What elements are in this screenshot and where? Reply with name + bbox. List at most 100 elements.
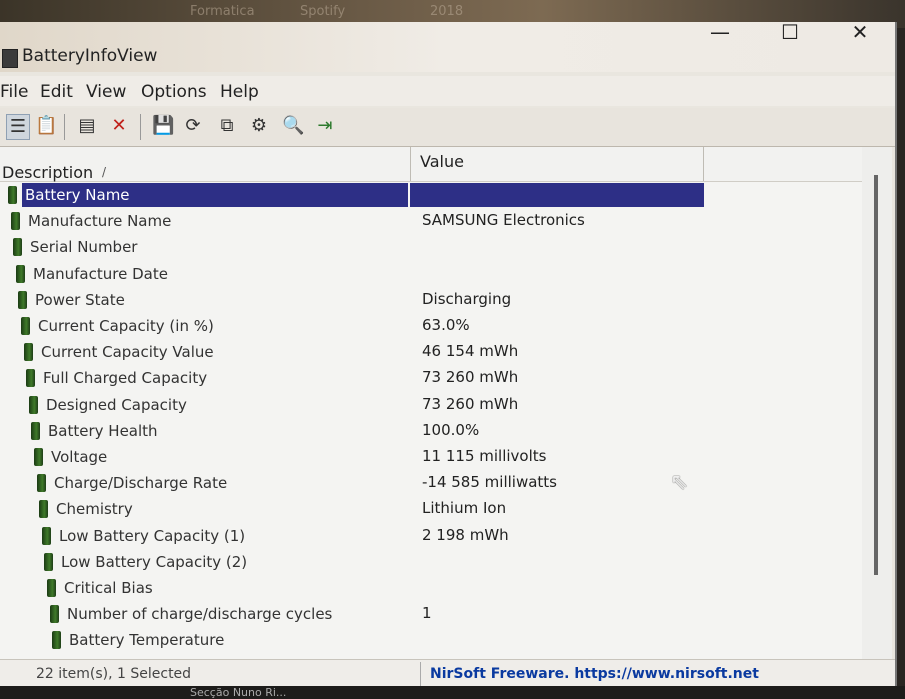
row-description-cell: Battery Name xyxy=(22,183,408,207)
exit-icon[interactable]: ⇥ xyxy=(314,114,336,138)
app-window: BatteryInfoView — ☐ ✕ File Edit View Opt… xyxy=(0,22,897,688)
maximize-button[interactable]: ☐ xyxy=(760,22,820,42)
table-row[interactable]: Full Charged Capacity 73 260 mWh xyxy=(0,366,704,390)
row-description: Power State xyxy=(35,290,125,309)
table-row[interactable]: Low Battery Capacity (2) xyxy=(0,550,704,574)
battery-icon xyxy=(52,631,61,650)
table-row[interactable]: Power State Discharging xyxy=(0,288,704,312)
menu-help[interactable]: Help xyxy=(220,82,259,102)
row-value: Discharging xyxy=(422,289,512,308)
row-description-cell: Full Charged Capacity xyxy=(40,366,426,390)
save-icon[interactable]: 💾 xyxy=(152,114,174,138)
row-description-cell: Critical Bias xyxy=(61,576,447,600)
row-description-cell: Charge/Discharge Rate xyxy=(51,471,437,495)
table-row[interactable]: Critical Bias xyxy=(0,576,704,600)
row-description: Chemistry xyxy=(56,500,133,519)
row-value: 2 198 mWh xyxy=(422,525,509,544)
row-value: -14 585 milliwatts xyxy=(422,473,557,492)
row-value: SAMSUNG Electronics xyxy=(422,211,585,230)
row-description: Full Charged Capacity xyxy=(43,369,208,388)
bg-text-1: Formatica xyxy=(190,4,255,19)
mouse-cursor-icon: ⇖ xyxy=(670,470,689,495)
vertical-scrollbar[interactable] xyxy=(862,147,892,659)
scrollbar-thumb[interactable] xyxy=(874,175,878,575)
find-icon[interactable]: 🔍 xyxy=(282,114,304,138)
status-item-count: 22 item(s), 1 Selected xyxy=(36,666,192,682)
menu-bar: File Edit View Options Help xyxy=(0,76,895,106)
table-row[interactable]: Battery Name xyxy=(0,183,704,207)
refresh-icon[interactable]: ⟳ xyxy=(182,114,204,138)
row-value: 1 xyxy=(422,604,432,623)
table-row[interactable]: Current Capacity Value 46 154 mWh xyxy=(0,340,704,364)
row-description-cell: Battery Health xyxy=(45,419,431,443)
menu-edit[interactable]: Edit xyxy=(40,82,73,102)
column-divider[interactable] xyxy=(410,147,411,181)
battery-icon xyxy=(42,526,51,545)
window-title: BatteryInfoView xyxy=(22,46,158,66)
column-header-description[interactable]: Description xyxy=(2,163,93,182)
battery-icon xyxy=(34,448,43,466)
battery-icon xyxy=(26,369,35,388)
row-description: Low Battery Capacity (2) xyxy=(61,552,248,571)
menu-options[interactable]: Options xyxy=(141,82,207,102)
row-description: Critical Bias xyxy=(64,579,153,597)
row-value: 73 260 mWh xyxy=(422,394,519,413)
row-description-cell: Battery Temperature xyxy=(66,628,452,652)
row-description: Battery Health xyxy=(48,421,158,440)
battery-info-list[interactable]: Description / Value Battery Name Manufact… xyxy=(0,147,862,659)
battery-icon xyxy=(24,343,33,362)
table-row[interactable]: Voltage 11 115 millivolts xyxy=(0,445,704,469)
table-row[interactable]: Manufacture Name SAMSUNG Electronics xyxy=(0,209,704,233)
table-row[interactable]: Battery Temperature xyxy=(0,628,704,652)
row-description: Charge/Discharge Rate xyxy=(54,474,228,493)
html-report-icon[interactable]: ▤ xyxy=(76,114,98,138)
table-row[interactable]: Current Capacity (in %) 63.0% xyxy=(0,314,704,338)
battery-icon xyxy=(11,212,20,231)
column-header-value[interactable]: Value xyxy=(420,152,464,171)
title-bar[interactable]: BatteryInfoView — ☐ ✕ xyxy=(0,22,895,72)
table-row[interactable]: Serial Number xyxy=(0,235,704,259)
close-button[interactable]: ✕ xyxy=(830,22,890,42)
delete-icon[interactable]: ✕ xyxy=(108,114,130,138)
menu-view[interactable]: View xyxy=(86,82,126,102)
toolbar: ☰ 📋 ▤ ✕ 💾 ⟳ ⧉ ⚙ 🔍 ⇥ xyxy=(0,108,895,147)
row-description-cell: Low Battery Capacity (2) xyxy=(58,550,444,574)
row-description: Current Capacity Value xyxy=(41,343,214,362)
table-row[interactable]: Charge/Discharge Rate -14 585 milliwatts xyxy=(0,471,704,495)
row-value: 63.0% xyxy=(422,316,470,334)
battery-icon xyxy=(44,552,53,571)
nirsoft-link[interactable]: NirSoft Freeware. https://www.nirsoft.ne… xyxy=(430,666,759,682)
table-row[interactable]: Low Battery Capacity (1) 2 198 mWh xyxy=(0,524,704,548)
row-description: Voltage xyxy=(51,448,108,466)
row-value: 73 260 mWh xyxy=(422,368,519,387)
row-description-cell: Serial Number xyxy=(27,235,413,259)
battery-icon xyxy=(8,186,17,204)
row-description-cell: Manufacture Name xyxy=(25,209,411,233)
bg-text-3: 2018 xyxy=(430,4,464,19)
table-row[interactable]: Manufacture Date xyxy=(0,262,704,286)
battery-icon xyxy=(13,238,22,257)
bg-bottom-text: Secção Nuno Ri... xyxy=(190,686,287,699)
row-description: Battery Name xyxy=(25,186,130,204)
copy-icon[interactable]: ⧉ xyxy=(216,114,238,138)
properties-icon[interactable]: ☰ xyxy=(6,114,30,140)
options-icon[interactable]: ⚙ xyxy=(248,114,270,138)
row-value: 11 115 millivolts xyxy=(422,447,547,465)
toolbar-separator xyxy=(64,114,65,140)
minimize-button[interactable]: — xyxy=(690,22,750,42)
table-row[interactable]: Battery Health 100.0% xyxy=(0,419,704,443)
row-description-cell: Manufacture Date xyxy=(30,262,416,286)
row-description: Serial Number xyxy=(30,238,138,257)
clipboard-icon[interactable]: 📋 xyxy=(35,114,57,138)
battery-icon xyxy=(37,474,46,493)
row-selection-highlight xyxy=(410,183,704,207)
table-row[interactable]: Designed Capacity 73 260 mWh xyxy=(0,393,704,417)
table-row[interactable]: Chemistry Lithium Ion xyxy=(0,497,704,521)
column-divider[interactable] xyxy=(703,147,704,181)
row-description-cell: Voltage xyxy=(48,445,434,469)
list-header: Description / Value xyxy=(0,147,862,182)
row-description: Manufacture Name xyxy=(28,212,172,231)
table-row[interactable]: Number of charge/discharge cycles 1 xyxy=(0,602,704,626)
menu-file[interactable]: File xyxy=(0,82,28,102)
status-bar: 22 item(s), 1 Selected NirSoft Freeware.… xyxy=(0,659,895,688)
